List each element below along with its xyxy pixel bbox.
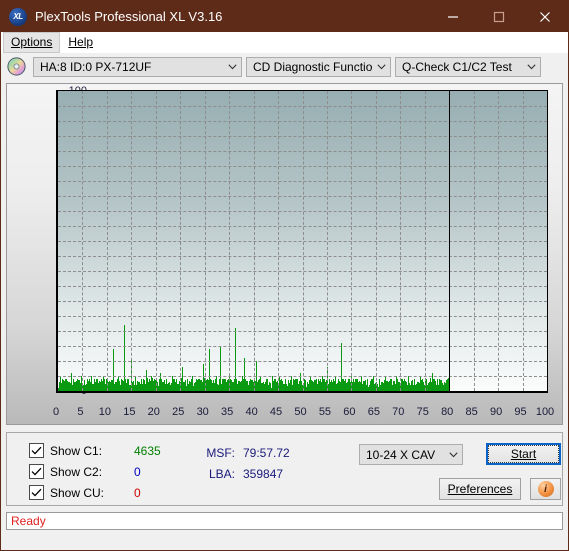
data-end-marker (449, 91, 451, 391)
menu-help-label: Help (68, 35, 94, 49)
menu-item-options[interactable]: Options (3, 32, 61, 53)
gridline-vertical (155, 91, 157, 391)
x-axis-tick-label: 45 (269, 406, 283, 418)
x-axis-tick-label: 100 (535, 406, 555, 418)
x-axis-tick-label: 70 (392, 406, 405, 418)
x-axis-tick-label: 5 (77, 406, 84, 418)
gridline-vertical (278, 91, 280, 391)
test-select-value: Q-Check C1/C2 Test (402, 59, 512, 74)
menu-item-help[interactable]: Help (60, 32, 101, 53)
maximize-button[interactable] (476, 1, 522, 32)
x-axis-tick-label: 55 (318, 406, 332, 418)
chart-panel: 1009590858075706560555045403530252015105… (6, 83, 563, 425)
cd-disc-icon (7, 57, 26, 76)
lba-row: LBA: 359847 (197, 463, 290, 484)
gridline-vertical (351, 91, 353, 391)
status-bar: Ready (6, 512, 563, 530)
x-axis-tick-label: 20 (147, 406, 160, 418)
minimize-button[interactable] (430, 1, 476, 32)
x-axis-tick-label: 80 (441, 406, 454, 418)
status-text: Ready (11, 514, 46, 528)
x-axis-tick-label: 10 (98, 406, 112, 418)
x-axis-tick-label: 15 (123, 406, 136, 418)
gridline-vertical (82, 91, 84, 391)
gridline-vertical (253, 91, 255, 391)
x-axis-tick-label: 25 (172, 406, 185, 418)
gridline-vertical (424, 91, 426, 391)
show-c1-checkbox[interactable] (29, 443, 44, 458)
msf-row: MSF: 79:57.72 (197, 442, 290, 463)
app-icon: XL (9, 7, 27, 26)
results-panel: Show C1: 4635 Show C2: 0 Show CU: 0 MSF: (6, 432, 563, 506)
x-axis-tick-label: 95 (514, 406, 527, 418)
x-axis-tick-label: 40 (245, 406, 258, 418)
cu-value: 0 (134, 485, 141, 500)
gridline-vertical (180, 91, 182, 391)
device-select[interactable]: HA:8 ID:0 PX-712UF (33, 56, 242, 77)
show-c2-label: Show C2: (50, 464, 103, 479)
x-axis-tick-label: 65 (367, 406, 380, 418)
gridline-vertical (106, 91, 108, 391)
msf-label: MSF: (206, 445, 235, 460)
gridline-vertical (473, 91, 475, 391)
x-axis-tick-label: 60 (343, 406, 356, 418)
x-axis-labels: 0 5 10 15 20 25 30 35 40 45 50 55 60 65 70 75 80 85 90 95 10… (50, 406, 554, 422)
close-button[interactable] (522, 1, 568, 32)
gridline-vertical (400, 91, 402, 391)
x-axis-tick-label: 85 (465, 406, 478, 418)
chevron-down-icon (523, 63, 540, 70)
gridline-vertical (326, 91, 328, 391)
show-cu-label: Show CU: (50, 485, 105, 500)
preferences-button[interactable]: Preferences (439, 478, 521, 500)
chevron-down-icon (224, 63, 241, 70)
gridline-vertical (229, 91, 231, 391)
x-axis-tick-label: 90 (489, 406, 503, 418)
show-c1-label: Show C1: (50, 443, 103, 458)
info-icon: i (537, 481, 554, 497)
device-select-value: HA:8 ID:0 PX-712UF (40, 59, 152, 74)
menu-options-label: Options (11, 35, 53, 49)
show-cu-row[interactable]: Show CU: 0 (29, 483, 161, 502)
x-axis-tick-label: 30 (196, 406, 209, 418)
test-select[interactable]: Q-Check C1/C2 Test (395, 56, 541, 77)
c1-value: 4635 (134, 443, 161, 458)
gridline-vertical (131, 91, 133, 391)
x-axis-tick-label: 75 (416, 406, 429, 418)
plot-wrapper: 1009590858075706560555045403530252015105… (50, 85, 549, 400)
gridline-vertical (302, 91, 304, 391)
position-readout: MSF: 79:57.72 LBA: 359847 (197, 442, 290, 484)
gridline-vertical (498, 91, 500, 391)
show-c2-row[interactable]: Show C2: 0 (29, 462, 161, 481)
show-c2-checkbox[interactable] (29, 464, 44, 479)
speed-select-value: 10-24 X CAV (366, 447, 436, 462)
chevron-down-icon (373, 63, 390, 70)
show-cu-checkbox[interactable] (29, 485, 44, 500)
function-select[interactable]: CD Diagnostic Functions (246, 56, 391, 77)
start-button[interactable]: Start (486, 443, 561, 465)
lba-label: LBA: (208, 466, 235, 481)
preferences-button-label: Preferences (447, 482, 513, 496)
toolbar: HA:8 ID:0 PX-712UF CD Diagnostic Functio… (1, 53, 568, 80)
app-window: XL PlexTools Professional XL V3.16 Optio… (0, 0, 569, 551)
show-c1-row[interactable]: Show C1: 4635 (29, 441, 161, 460)
info-button[interactable]: i (530, 478, 561, 500)
show-checkbox-group: Show C1: 4635 Show C2: 0 Show CU: 0 (29, 441, 161, 504)
chevron-down-icon (445, 451, 462, 458)
menu-bar: Options Help (1, 32, 568, 53)
gridline-vertical (204, 91, 206, 391)
plot-area (56, 90, 548, 393)
function-select-value: CD Diagnostic Functions (253, 59, 373, 74)
start-button-label: Start (510, 447, 537, 461)
c2-value: 0 (134, 464, 141, 479)
speed-select[interactable]: 10-24 X CAV (359, 444, 463, 465)
msf-value: 79:57.72 (243, 445, 290, 460)
gridline-vertical (522, 91, 524, 391)
x-axis-tick-label: 0 (52, 406, 60, 418)
title-bar: XL PlexTools Professional XL V3.16 (1, 1, 568, 32)
window-title: PlexTools Professional XL V3.16 (35, 9, 223, 24)
x-axis-tick-label: 35 (221, 406, 234, 418)
gridline-vertical (375, 91, 377, 391)
x-axis-tick-label: 50 (294, 406, 307, 418)
lba-value: 359847 (243, 466, 284, 481)
